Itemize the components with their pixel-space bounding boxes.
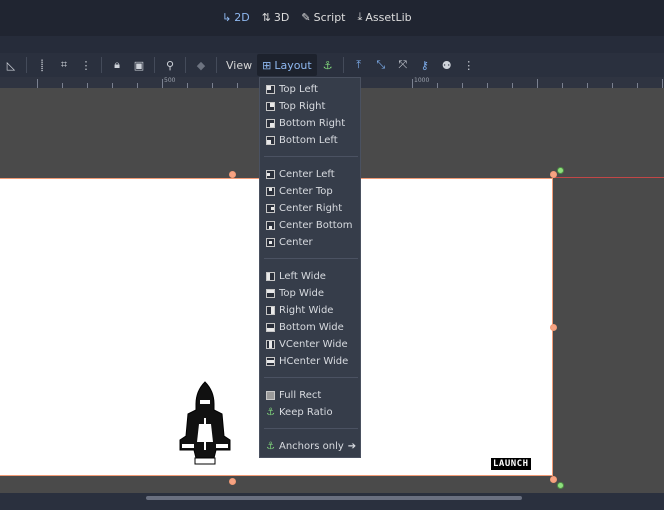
menu-item-right-wide[interactable]: Right Wide xyxy=(266,302,333,318)
menu-item-vcenter-wide[interactable]: VCenter Wide xyxy=(266,336,348,352)
script-icon: ✎ xyxy=(301,10,311,24)
full-rect-icon xyxy=(266,390,275,400)
ruler-tick xyxy=(537,79,538,88)
snap-icon[interactable]: ⸽ xyxy=(31,54,53,76)
menu-item-hcenter-wide[interactable]: HCenter Wide xyxy=(266,353,348,369)
center-right-icon xyxy=(266,203,275,213)
toolbar-separator xyxy=(185,57,186,73)
anchor-handle[interactable] xyxy=(557,167,564,174)
center-left-icon xyxy=(266,169,275,179)
group-icon[interactable]: ▣ xyxy=(128,54,150,76)
more-options-icon[interactable]: ⋮ xyxy=(458,54,480,76)
skeleton-icon[interactable]: ⚲ xyxy=(159,54,181,76)
ruler-tick xyxy=(662,79,663,88)
horizontal-scrollbar[interactable] xyxy=(0,493,664,510)
ruler-tool-icon[interactable]: ◺ xyxy=(0,54,22,76)
menu-item-center-top[interactable]: Center Top xyxy=(266,183,333,199)
toolbar-separator xyxy=(216,57,217,73)
3d-icon: ⇅ xyxy=(261,10,271,24)
menu-item-top-wide[interactable]: Top Wide xyxy=(266,285,324,301)
resize-handle[interactable] xyxy=(550,171,557,178)
menu-item-center-bottom[interactable]: Center Bottom xyxy=(266,217,353,233)
menu-item-anchors-only[interactable]: ⚓︎ Anchors only ➔ xyxy=(266,438,356,454)
launch-logo: LAUNCH xyxy=(491,458,531,470)
tab-2d[interactable]: ↳ 2D xyxy=(222,9,250,25)
menu-item-keep-ratio[interactable]: ⚓︎ Keep Ratio xyxy=(266,404,333,420)
grid-snap-icon[interactable]: ⌗ xyxy=(53,54,75,76)
view-menu-button[interactable]: View xyxy=(221,54,257,76)
ruler-tick xyxy=(412,79,413,88)
guide-line xyxy=(553,177,664,178)
menu-separator xyxy=(264,377,358,378)
menu-item-center[interactable]: Center xyxy=(266,234,313,250)
snap-options-icon[interactable]: ⋮ xyxy=(75,54,97,76)
menu-item-top-right[interactable]: Top Right xyxy=(266,98,325,114)
assetlib-icon: ⤓ xyxy=(357,10,363,23)
resize-handle[interactable] xyxy=(550,324,557,331)
menu-item-bottom-right[interactable]: Bottom Right xyxy=(266,115,345,131)
resize-handle[interactable] xyxy=(229,478,236,485)
menu-separator xyxy=(264,156,358,157)
tab-3d[interactable]: ⇅ 3D xyxy=(262,9,290,25)
layout-icon: ⊞ xyxy=(262,58,272,72)
key-scale-icon[interactable]: ⤧ xyxy=(392,54,414,76)
tab-script[interactable]: ✎ Script xyxy=(301,9,345,25)
resize-handle[interactable] xyxy=(229,171,236,178)
scene-tabs-strip xyxy=(0,36,664,53)
menu-item-full-rect[interactable]: Full Rect xyxy=(266,387,321,403)
scrollbar-thumb[interactable] xyxy=(146,496,522,500)
bottom-right-icon xyxy=(266,118,275,128)
ruler-tick xyxy=(37,79,38,88)
menu-item-center-left[interactable]: Center Left xyxy=(266,166,335,182)
ruler-label: 1000 xyxy=(414,77,430,84)
main-screen-tabs: ↳ 2D ⇅ 3D ✎ Script ⤓ AssetLib xyxy=(222,9,412,25)
2d-icon: ↳ xyxy=(222,10,232,24)
menu-item-bottom-wide[interactable]: Bottom Wide xyxy=(266,319,344,335)
toolbar-separator xyxy=(342,57,344,73)
insert-key-icon[interactable]: ⤒ xyxy=(348,54,370,76)
anchor-icon: ⚓︎ xyxy=(266,406,275,418)
left-wide-icon xyxy=(266,271,275,281)
menu-item-bottom-left[interactable]: Bottom Left xyxy=(266,132,338,148)
anchor-icon[interactable]: ⚓︎ xyxy=(317,54,339,76)
tab-assetlib[interactable]: ⤓ AssetLib xyxy=(358,9,412,25)
center-icon xyxy=(266,237,275,247)
center-top-icon xyxy=(266,186,275,196)
key-icon[interactable]: ⚷ xyxy=(414,54,436,76)
menu-item-center-right[interactable]: Center Right xyxy=(266,200,342,216)
space-shuttle-sprite[interactable] xyxy=(177,380,233,466)
top-wide-icon xyxy=(266,288,275,298)
right-wide-icon xyxy=(266,305,275,315)
menu-separator xyxy=(264,258,358,259)
key-position-icon[interactable]: ⤡ xyxy=(370,54,392,76)
layout-dropdown-menu: Top Left Top Right Bottom Right Bottom L… xyxy=(259,77,361,458)
editor-top-bar: ↳ 2D ⇅ 3D ✎ Script ⤓ AssetLib xyxy=(0,0,664,36)
camera-override-icon[interactable]: ◆ xyxy=(190,54,212,76)
canvas-toolbar: ◺ ⸽ ⌗ ⋮ 🔒︎ ▣ ⚲ ◆ View ⊞ Layout ⚓︎ ⤒ ⤡ ⤧ … xyxy=(0,53,664,77)
bottom-wide-icon xyxy=(266,322,275,332)
menu-item-left-wide[interactable]: Left Wide xyxy=(266,268,326,284)
anchor-icon: ⚓︎ xyxy=(266,440,275,452)
hcenter-wide-icon xyxy=(266,356,275,366)
top-left-icon xyxy=(266,84,275,94)
menu-separator xyxy=(264,428,358,429)
ruler-tick xyxy=(162,79,163,88)
toolbar-separator xyxy=(154,57,155,73)
lock-icon[interactable]: 🔒︎ xyxy=(106,54,128,76)
menu-item-top-left[interactable]: Top Left xyxy=(266,81,318,97)
toolbar-separator xyxy=(26,57,27,73)
center-bottom-icon xyxy=(266,220,275,230)
top-right-icon xyxy=(266,101,275,111)
ruler-label: 500 xyxy=(164,77,176,84)
anchor-handle[interactable] xyxy=(557,482,564,489)
bottom-left-icon xyxy=(266,135,275,145)
toolbar-separator xyxy=(101,57,102,73)
resize-handle[interactable] xyxy=(550,476,557,483)
submenu-arrow-icon: ➔ xyxy=(347,440,357,452)
layout-menu-button[interactable]: ⊞ Layout xyxy=(257,54,317,76)
auto-key-icon[interactable]: ⚉ xyxy=(436,54,458,76)
vcenter-wide-icon xyxy=(266,339,275,349)
